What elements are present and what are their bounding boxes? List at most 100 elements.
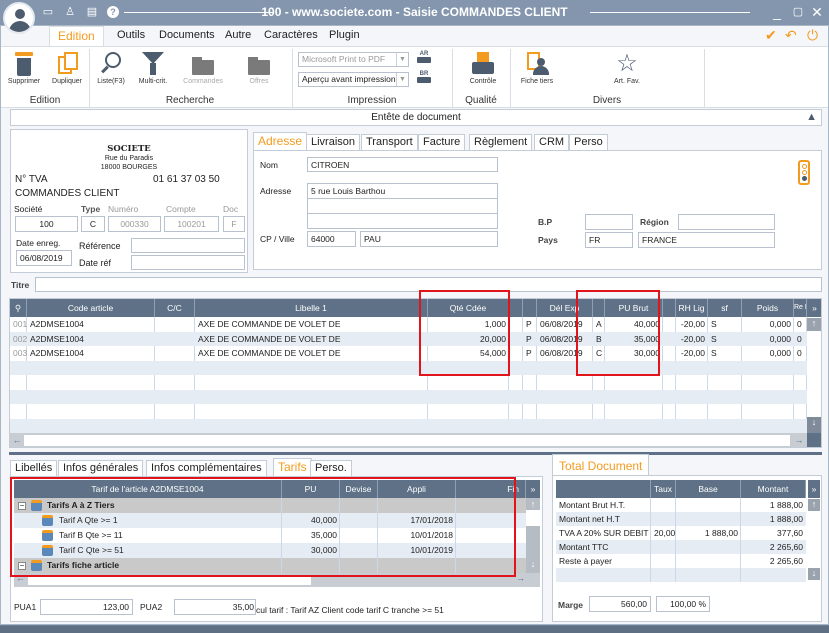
undo-arrow-icon[interactable]: ↶ bbox=[785, 27, 797, 44]
col-taux[interactable]: Taux bbox=[651, 480, 676, 498]
table-row[interactable]: 002 A2DMSE1004 AXE DE COMMANDE DE VOLET DE… bbox=[10, 331, 807, 346]
cell-code[interactable]: A2DMSE1004 bbox=[27, 346, 155, 360]
cell-del[interactable]: 06/08/2019 bbox=[537, 317, 593, 331]
cell-re[interactable]: 0 bbox=[794, 317, 807, 331]
col-pu-brut[interactable]: PU Brut bbox=[605, 299, 663, 317]
reference-field[interactable] bbox=[131, 238, 245, 253]
empty-row[interactable] bbox=[10, 404, 807, 418]
titre-field[interactable] bbox=[35, 277, 822, 292]
tarifs-hscroll[interactable]: ← → bbox=[14, 573, 540, 587]
cell-libelle[interactable]: AXE DE COMMANDE DE VOLET DE bbox=[195, 332, 428, 346]
cell-sf[interactable]: S bbox=[708, 317, 742, 331]
tarifs-vscroll[interactable]: ↑ ↓ bbox=[526, 498, 540, 573]
scroll-right-icon[interactable]: → bbox=[516, 573, 525, 583]
table-row[interactable]: Reste à payer 2 265,60 bbox=[556, 554, 806, 568]
numero-field[interactable]: 000330 bbox=[108, 216, 161, 232]
cell-libelle[interactable]: AXE DE COMMANDE DE VOLET DE bbox=[195, 346, 428, 360]
col-tarif[interactable] bbox=[593, 299, 605, 317]
empty-row[interactable] bbox=[10, 375, 807, 389]
cell-qte[interactable]: 20,000 bbox=[428, 332, 509, 346]
compte-field[interactable]: 100201 bbox=[164, 216, 219, 232]
scrollbar-thumb[interactable] bbox=[28, 575, 311, 585]
scroll-right-icon[interactable]: → bbox=[794, 433, 804, 447]
societe-field[interactable]: 100 bbox=[15, 216, 78, 232]
tab-perso[interactable]: Perso bbox=[569, 134, 608, 150]
offres-button[interactable]: Offres bbox=[237, 52, 281, 85]
cell-pu[interactable]: 40,000 bbox=[605, 317, 663, 331]
cell-tar[interactable]: C bbox=[593, 346, 605, 360]
menu-edition[interactable]: Edition bbox=[49, 26, 104, 46]
cell-num[interactable]: 003 bbox=[10, 346, 27, 360]
cell-poids[interactable]: 0,000 bbox=[742, 332, 794, 346]
bp-field[interactable] bbox=[585, 214, 633, 230]
validate-check-icon[interactable]: ✔ bbox=[765, 27, 777, 44]
col-small-1[interactable] bbox=[509, 299, 523, 317]
scroll-up-icon[interactable]: ↑ bbox=[526, 498, 540, 510]
traffic-light-icon[interactable] bbox=[798, 160, 810, 185]
scroll-thumb[interactable] bbox=[526, 510, 540, 526]
adresse2-field[interactable] bbox=[307, 198, 498, 214]
cell-code[interactable]: A2DMSE1004 bbox=[27, 317, 155, 331]
expand-columns-icon[interactable]: » bbox=[808, 480, 820, 498]
scroll-down-icon[interactable]: ↓ bbox=[808, 568, 820, 580]
cell-qte[interactable]: 1,000 bbox=[428, 317, 509, 331]
col-montant[interactable]: Montant bbox=[741, 480, 806, 498]
empty-row[interactable] bbox=[556, 568, 806, 582]
fiche-tiers-button[interactable]: Fiche tiers bbox=[515, 52, 559, 85]
doc-field[interactable]: F bbox=[223, 216, 245, 232]
splitter[interactable] bbox=[9, 452, 822, 455]
table-row[interactable]: Montant net H.T 1 888,00 bbox=[556, 512, 806, 526]
empty-row[interactable] bbox=[10, 389, 807, 404]
liste-button[interactable]: Liste(F3) bbox=[93, 52, 129, 85]
cell-rh[interactable]: -20,00 bbox=[676, 346, 708, 360]
cell-re[interactable]: 0 bbox=[794, 332, 807, 346]
date-ref-field[interactable] bbox=[131, 255, 245, 270]
horizontal-scrollbar[interactable]: ← → bbox=[10, 433, 821, 447]
cell-rh[interactable]: -20,00 bbox=[676, 317, 708, 331]
cell-re[interactable]: 0 bbox=[794, 346, 807, 360]
cell-code[interactable]: A2DMSE1004 bbox=[27, 332, 155, 346]
col-tarif-article[interactable]: Tarif de l'article A2DMSE1004 bbox=[14, 480, 282, 498]
cell-del[interactable]: 06/08/2019 bbox=[537, 346, 593, 360]
user-avatar[interactable] bbox=[3, 2, 35, 34]
marge-pct-field[interactable]: 100,00 % bbox=[656, 596, 710, 612]
cell-libelle[interactable]: AXE DE COMMANDE DE VOLET DE bbox=[195, 317, 428, 331]
menu-outils[interactable]: Outils bbox=[117, 29, 145, 41]
power-icon[interactable]: ⏻ bbox=[807, 27, 818, 44]
cell-pu[interactable]: 30,000 bbox=[605, 346, 663, 360]
expand-columns-icon[interactable]: » bbox=[526, 480, 540, 498]
tab-reglement[interactable]: Règlement bbox=[469, 134, 533, 150]
collapse-triangle-icon[interactable]: ▲ bbox=[806, 110, 817, 125]
controle-button[interactable]: Contrôle bbox=[461, 52, 505, 85]
multicrit-button[interactable]: Multi-crit. bbox=[134, 52, 172, 85]
empty-row[interactable] bbox=[10, 418, 807, 433]
nom-field[interactable]: CITROEN bbox=[307, 157, 498, 172]
tab-facture[interactable]: Facture bbox=[418, 134, 466, 150]
tab-tarifs[interactable]: Tarifs bbox=[273, 458, 312, 476]
print-mode-select[interactable]: Aperçu avant impression ▼ bbox=[298, 72, 409, 87]
tab-livraison[interactable]: Livraison bbox=[306, 134, 361, 150]
table-row[interactable]: 003 A2DMSE1004 AXE DE COMMANDE DE VOLET DE… bbox=[10, 346, 807, 360]
tree-group-row[interactable]: − Tarifs fiche article bbox=[14, 558, 526, 573]
cell-p[interactable]: P bbox=[523, 332, 537, 346]
scroll-up-icon[interactable]: ↑ bbox=[808, 499, 820, 511]
cell-poids[interactable]: 0,000 bbox=[742, 317, 794, 331]
cell-num[interactable]: 001 bbox=[10, 317, 27, 331]
empty-row[interactable] bbox=[10, 360, 807, 375]
tab-adresse[interactable]: Adresse bbox=[253, 132, 308, 150]
menu-documents[interactable]: Documents bbox=[159, 29, 215, 41]
cell-p[interactable]: P bbox=[523, 346, 537, 360]
pua2-field[interactable]: 35,00 bbox=[174, 599, 256, 615]
cell-pu[interactable]: 35,000 bbox=[605, 332, 663, 346]
table-row[interactable]: TVA A 20% SUR DEBIT 20,00 1 888,00 377,60 bbox=[556, 526, 806, 540]
supprimer-button[interactable]: Supprimer bbox=[5, 52, 43, 85]
user-tie-icon[interactable]: ♙ bbox=[64, 6, 76, 18]
col-pu[interactable]: PU bbox=[282, 480, 340, 498]
scroll-left-icon[interactable]: ← bbox=[16, 573, 25, 583]
col-cc[interactable]: C/C bbox=[155, 299, 195, 317]
type-field[interactable]: C bbox=[81, 216, 105, 232]
cp-field[interactable]: 64000 bbox=[307, 231, 356, 247]
pua1-field[interactable]: 123,00 bbox=[40, 599, 133, 615]
document-header-toggle[interactable]: Entête de document ▲ bbox=[10, 109, 822, 126]
table-row[interactable]: Tarif C Qte >= 51 30,000 10/01/2019 bbox=[14, 543, 526, 558]
